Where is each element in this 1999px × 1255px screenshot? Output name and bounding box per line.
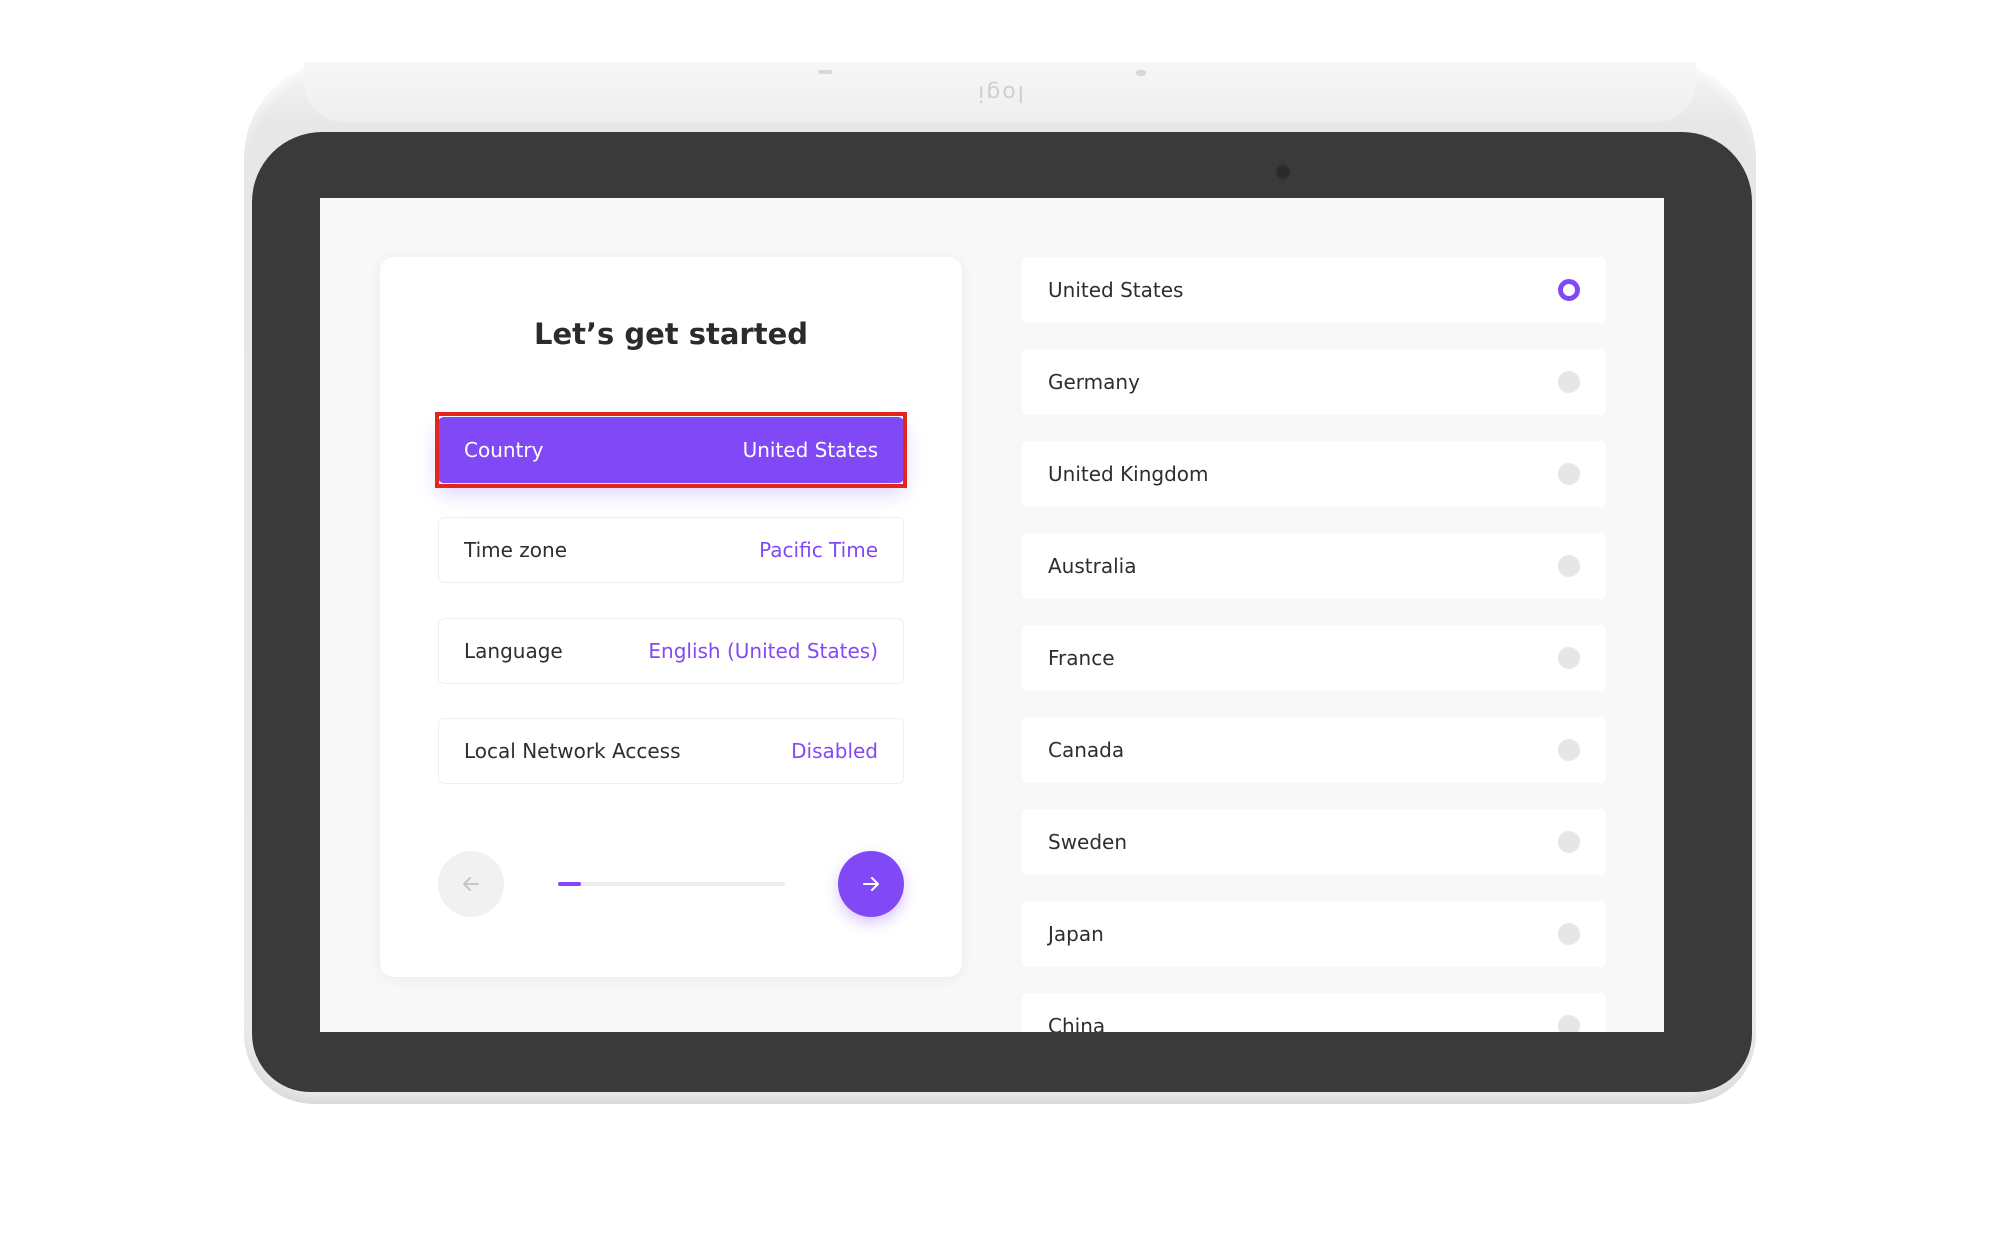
country-option-label: United States bbox=[1048, 278, 1184, 302]
local-network-access-value: Disabled bbox=[791, 739, 878, 763]
radio-icon[interactable] bbox=[1558, 923, 1580, 945]
local-network-access-label: Local Network Access bbox=[464, 739, 681, 763]
arrow-right-icon bbox=[863, 877, 879, 891]
country-option-united-states[interactable]: United States bbox=[1022, 257, 1606, 323]
radio-icon[interactable] bbox=[1558, 1015, 1580, 1032]
radio-icon[interactable] bbox=[1558, 555, 1580, 577]
camera-icon bbox=[1275, 164, 1291, 180]
radio-selected-icon[interactable] bbox=[1558, 279, 1580, 301]
country-option-sweden[interactable]: Sweden bbox=[1022, 809, 1606, 875]
back-button[interactable] bbox=[438, 851, 504, 917]
country-value: United States bbox=[742, 438, 878, 462]
progress-bar bbox=[558, 882, 785, 886]
screen: Let’s get started Country United States … bbox=[320, 198, 1664, 1032]
country-option-united-kingdom[interactable]: United Kingdom bbox=[1022, 441, 1606, 507]
time-zone-value: Pacific Time bbox=[759, 538, 878, 562]
next-button[interactable] bbox=[838, 851, 904, 917]
country-option-label: Japan bbox=[1048, 922, 1104, 946]
country-option-label: Sweden bbox=[1048, 830, 1128, 854]
radio-icon[interactable] bbox=[1558, 463, 1580, 485]
country-option-australia[interactable]: Australia bbox=[1022, 533, 1606, 599]
country-option-china[interactable]: China bbox=[1022, 993, 1606, 1032]
radio-icon[interactable] bbox=[1558, 647, 1580, 669]
language-label: Language bbox=[464, 639, 563, 663]
sensor-dot bbox=[818, 70, 832, 74]
sensor-dot bbox=[1136, 70, 1146, 76]
radio-icon[interactable] bbox=[1558, 739, 1580, 761]
arrow-left-icon bbox=[463, 877, 479, 891]
country-option-label: China bbox=[1048, 1014, 1106, 1032]
language-row[interactable]: Language English (United States) bbox=[438, 618, 904, 684]
radio-icon[interactable] bbox=[1558, 831, 1580, 853]
country-option-france[interactable]: France bbox=[1022, 625, 1606, 691]
country-option-label: United Kingdom bbox=[1048, 462, 1209, 486]
country-option-label: Canada bbox=[1048, 738, 1125, 762]
country-option-germany[interactable]: Germany bbox=[1022, 349, 1606, 415]
page-title: Let’s get started bbox=[533, 317, 809, 351]
local-network-access-row[interactable]: Local Network Access Disabled bbox=[438, 718, 904, 784]
country-option-canada[interactable]: Canada bbox=[1022, 717, 1606, 783]
country-option-japan[interactable]: Japan bbox=[1022, 901, 1606, 967]
country-label: Country bbox=[464, 438, 544, 462]
country-row[interactable]: Country United States bbox=[438, 417, 904, 483]
country-list: United States Germany United Kingdom Aus… bbox=[1022, 257, 1606, 1032]
radio-icon[interactable] bbox=[1558, 371, 1580, 393]
device-top-strip: logi bbox=[304, 62, 1696, 122]
logo: logi bbox=[976, 80, 1024, 105]
country-option-label: France bbox=[1048, 646, 1115, 670]
setup-card: Let’s get started Country United States … bbox=[380, 257, 962, 977]
time-zone-label: Time zone bbox=[464, 538, 568, 562]
progress-fill bbox=[558, 882, 581, 886]
language-value: English (United States) bbox=[648, 639, 878, 663]
time-zone-row[interactable]: Time zone Pacific Time bbox=[438, 517, 904, 583]
country-option-label: Australia bbox=[1048, 554, 1137, 578]
country-option-label: Germany bbox=[1048, 370, 1140, 394]
